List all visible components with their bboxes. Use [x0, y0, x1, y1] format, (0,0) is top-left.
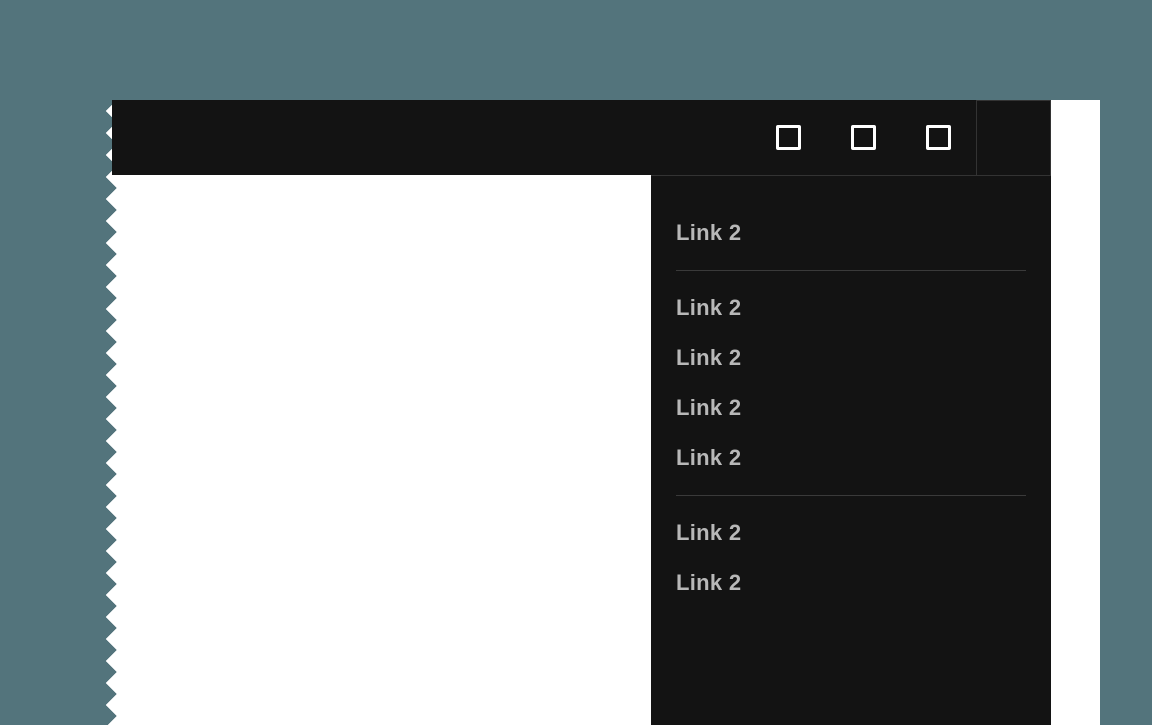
toolbar-apps-button[interactable]	[976, 100, 1051, 175]
dropdown-menu: Link 2 Link 2 Link 2 Link 2 Link 2 Link …	[651, 175, 1051, 725]
menu-link[interactable]: Link 2	[676, 383, 1026, 433]
menu-divider	[676, 270, 1026, 271]
menu-link[interactable]: Link 2	[676, 508, 1026, 558]
menu-link[interactable]: Link 2	[676, 283, 1026, 333]
square-icon	[926, 125, 951, 150]
toolbar-square-button-1[interactable]	[751, 100, 826, 175]
menu-link[interactable]: Link 2	[676, 333, 1026, 383]
torn-edge-decoration	[100, 100, 120, 725]
toolbar-square-button-3[interactable]	[901, 100, 976, 175]
menu-link[interactable]: Link 2	[676, 558, 1026, 608]
menu-link[interactable]: Link 2	[676, 433, 1026, 483]
toolbar	[112, 100, 1051, 175]
square-icon	[776, 125, 801, 150]
toolbar-icons	[751, 100, 1051, 175]
menu-divider	[676, 495, 1026, 496]
square-icon	[851, 125, 876, 150]
toolbar-square-button-2[interactable]	[826, 100, 901, 175]
grid-icon	[1000, 124, 1028, 152]
menu-link[interactable]: Link 2	[676, 208, 1026, 258]
